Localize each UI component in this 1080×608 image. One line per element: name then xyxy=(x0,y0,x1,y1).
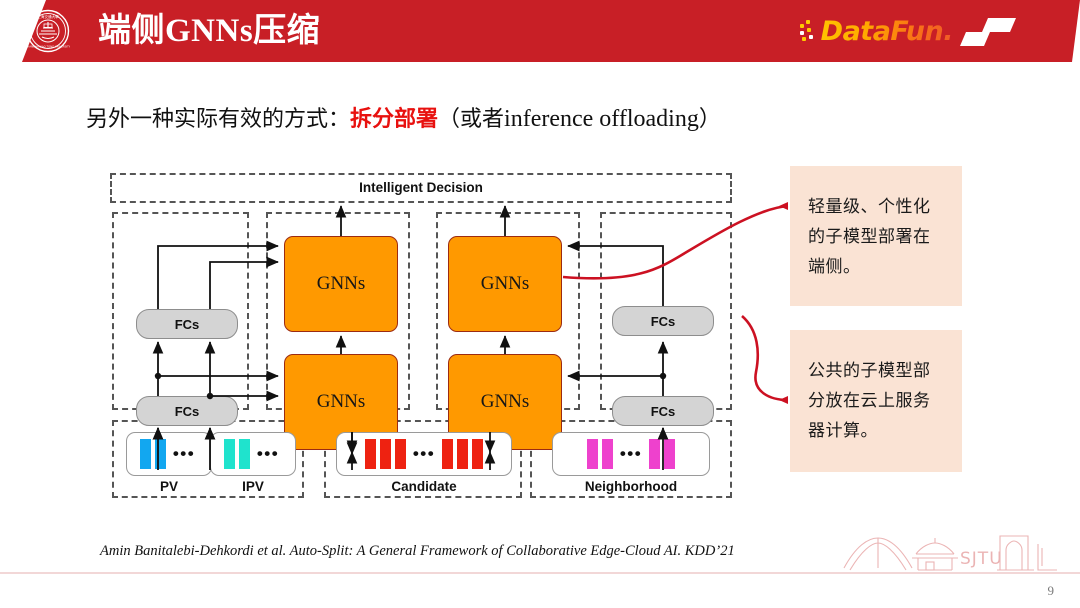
annotation-box-edge: 轻量级、个性化的子模型部署在端侧。 xyxy=(790,166,962,306)
subtitle-highlight: 拆分部署 xyxy=(350,107,439,132)
annotation-edge-text: 轻量级、个性化的子模型部署在端侧。 xyxy=(808,197,931,277)
page-number: 9 xyxy=(1047,583,1055,598)
sjtu-seal-logo: 上海交通大學 SHANGHAI JIAO TONG UNIVERSITY xyxy=(26,9,71,53)
svg-text:SHANGHAI JIAO TONG UNIVERSITY: SHANGHAI JIAO TONG UNIVERSITY xyxy=(26,44,70,48)
diagram-connectors xyxy=(152,205,669,470)
svg-text:SJTU: SJTU xyxy=(960,549,1003,569)
citation-text: Amin Banitalebi-Dehkordi et al. Auto-Spl… xyxy=(100,543,735,559)
architecture-diagram: Intelligent Decision GNNs GNNs GNNs GNNs… xyxy=(100,170,740,500)
subtitle-tail-close: ） xyxy=(698,107,721,132)
datafun-wordmark: DataFun. xyxy=(820,15,954,47)
svg-text:上海交通大學: 上海交通大學 xyxy=(37,14,59,19)
subtitle-tail-open: （或者 xyxy=(438,107,505,132)
subtitle-tail-en: inference offloading xyxy=(504,106,699,132)
annotation-cloud-text: 公共的子模型部分放在云上服务器计算。 xyxy=(808,361,931,441)
sjtu-campus-watermark-icon: SJTU xyxy=(842,524,1072,580)
subtitle-lead: 另外一种实际有效的方式： xyxy=(86,107,351,132)
slide-root: 上海交通大學 SHANGHAI JIAO TONG UNIVERSITY 端侧G… xyxy=(0,0,1080,608)
datafun-logo: DataFun. xyxy=(799,14,1020,48)
datafun-dots-icon xyxy=(799,20,816,42)
annotation-box-cloud: 公共的子模型部分放在云上服务器计算。 xyxy=(790,330,962,472)
subtitle-line: 另外一种实际有效的方式：拆分部署（或者inference offloading） xyxy=(86,101,721,133)
page-title: 端侧GNNs压缩 xyxy=(98,13,321,49)
datafun-slash-mark xyxy=(960,18,1020,48)
